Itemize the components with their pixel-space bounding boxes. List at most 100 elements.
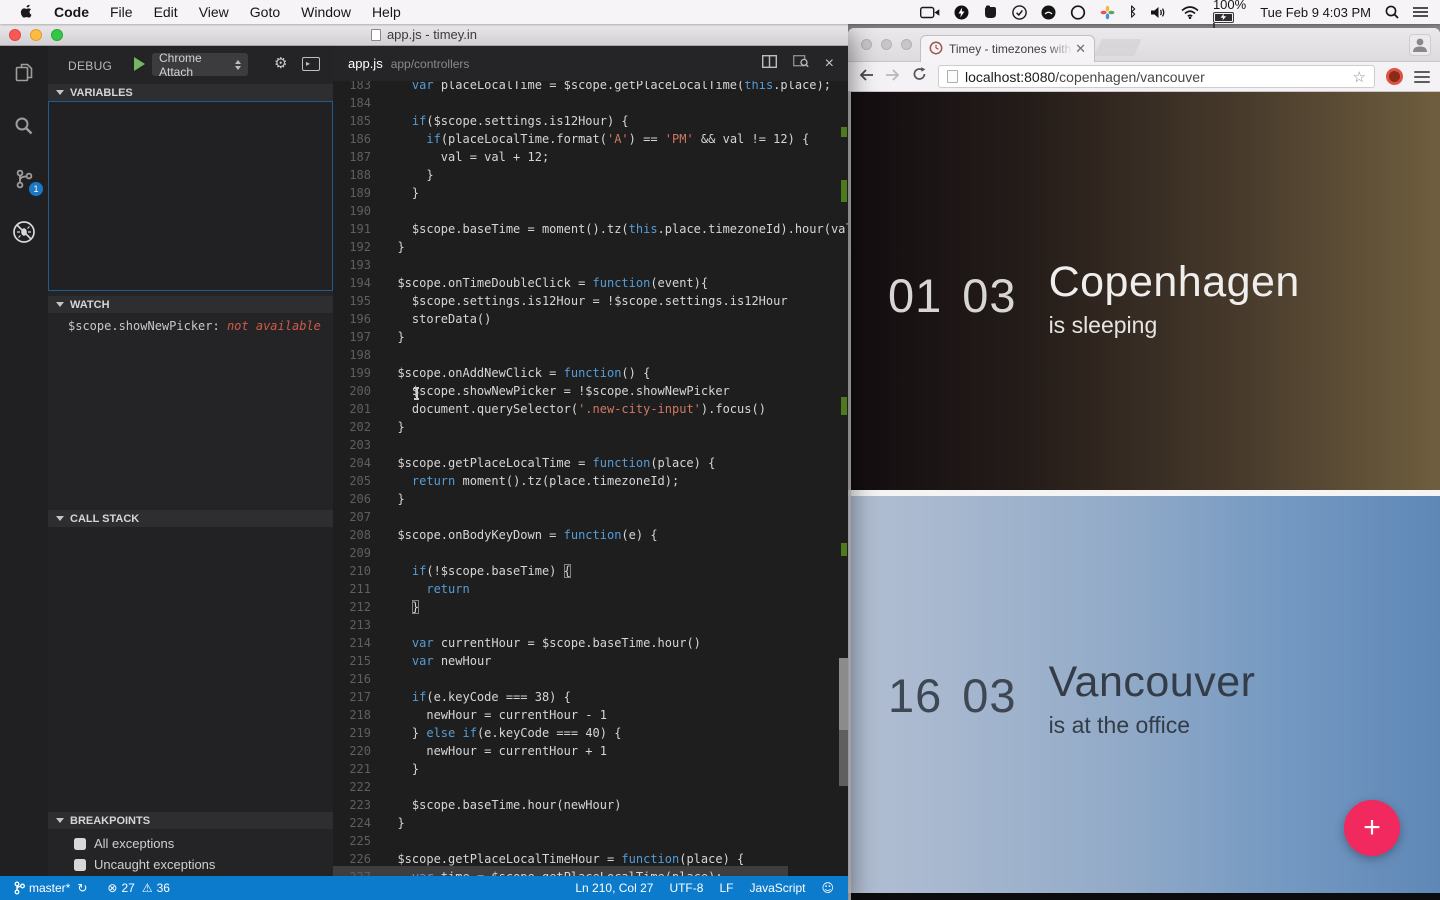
code-line: 190 [333, 202, 848, 220]
breakpoints-section-header[interactable]: BREAKPOINTS [48, 812, 333, 829]
back-button[interactable] [858, 68, 874, 86]
debug-settings-gear-icon[interactable]: ⚙ [274, 54, 287, 72]
menu-item-window[interactable]: Window [301, 4, 351, 20]
new-tab-button[interactable] [1094, 39, 1142, 56]
explorer-icon[interactable] [11, 60, 37, 86]
zoom-window-button[interactable] [51, 29, 63, 41]
variables-panel[interactable] [48, 101, 333, 291]
menu-item-help[interactable]: Help [372, 4, 401, 20]
debug-console-icon[interactable]: ▸ [302, 57, 320, 71]
tab-filename[interactable]: app.js [348, 56, 383, 71]
menu-item-edit[interactable]: Edit [154, 4, 178, 20]
close-window-button[interactable] [9, 29, 21, 41]
debug-icon[interactable] [11, 219, 37, 245]
city-time[interactable]: 01 03 [888, 268, 1017, 323]
debug-start-button[interactable] [134, 57, 145, 71]
collapse-icon [56, 516, 64, 521]
creative-cloud-icon[interactable] [1070, 5, 1086, 20]
code-line: 209 [333, 544, 848, 562]
vertical-scrollbar-thumb[interactable] [839, 730, 848, 786]
watch-section-header[interactable]: WATCH [48, 296, 333, 313]
warning-count[interactable]: ⚠36 [142, 881, 170, 895]
power-menu-icon[interactable] [954, 5, 969, 20]
close-window-button[interactable] [861, 39, 872, 50]
debug-config-select[interactable]: Chrome Attach [152, 53, 248, 76]
error-count[interactable]: ⊗27 [107, 881, 134, 895]
coffee-app-icon[interactable] [1041, 5, 1056, 20]
source-control-icon[interactable]: 1 [11, 166, 37, 192]
vscode-window: app.js - timey.in 1 DEBUG Chrome Attach … [0, 24, 848, 900]
bookmark-star-icon[interactable]: ☆ [1353, 68, 1366, 86]
minimize-window-button[interactable] [30, 29, 42, 41]
address-bar[interactable]: localhost:8080/copenhagen/vancouver ☆ [938, 65, 1375, 88]
city-time[interactable]: 16 03 [888, 668, 1017, 723]
browser-tab[interactable]: Timey - timezones with a h ✕ [920, 35, 1095, 62]
overview-ruler-mark [841, 180, 847, 202]
language-mode[interactable]: JavaScript [749, 881, 805, 895]
chrome-tab-strip[interactable]: Timey - timezones with a h ✕ [848, 28, 1440, 62]
evernote-icon[interactable] [983, 5, 998, 20]
vscode-titlebar[interactable]: app.js - timey.in [0, 24, 848, 46]
callstack-section-header[interactable]: CALL STACK [48, 510, 333, 527]
eol-indicator[interactable]: LF [719, 881, 733, 895]
split-editor-icon[interactable] [762, 55, 777, 73]
spotlight-icon[interactable] [1385, 5, 1399, 19]
code-editor[interactable]: 183 var placeLocalTime = $scope.getPlace… [333, 81, 848, 876]
code-line: 197 } [333, 328, 848, 346]
breakpoint-label: All exceptions [94, 836, 174, 851]
close-tab-icon[interactable]: ✕ [1075, 41, 1086, 57]
preview-icon[interactable] [793, 54, 809, 73]
sync-icon[interactable]: ↻ [77, 881, 87, 895]
screen-record-icon[interactable] [920, 6, 940, 19]
watch-expression[interactable]: $scope.showNewPicker: [68, 319, 220, 333]
menu-item-goto[interactable]: Goto [250, 4, 280, 20]
battery-indicator[interactable]: 100% [1213, 0, 1246, 28]
overview-ruler-mark [841, 127, 847, 137]
timey-page: 01 03 Copenhagen is sleeping 16 03 Vanco… [848, 92, 1440, 900]
tasks-check-icon[interactable] [1012, 5, 1027, 20]
code-line: 189 } [333, 184, 848, 202]
menu-item-code[interactable]: Code [54, 4, 89, 20]
feedback-smiley-icon[interactable]: ☺ [821, 881, 834, 895]
code-line: 201 document.querySelector('.new-city-in… [333, 400, 848, 418]
bluetooth-icon[interactable]: ᛒ [1129, 6, 1137, 19]
search-icon[interactable] [11, 113, 37, 139]
minimize-window-button[interactable] [881, 39, 892, 50]
git-branch-indicator[interactable]: master* [14, 881, 70, 895]
watch-panel[interactable]: $scope.showNewPicker: not available [48, 313, 333, 510]
forward-button[interactable] [885, 68, 901, 86]
chrome-menu-icon[interactable] [1414, 71, 1430, 83]
page-icon[interactable] [947, 70, 958, 83]
menubar-clock[interactable]: Tue Feb 9 4:03 PM [1260, 5, 1371, 20]
menu-item-view[interactable]: View [199, 4, 229, 20]
variables-section-header[interactable]: VARIABLES [48, 84, 333, 101]
photos-icon[interactable] [1100, 5, 1115, 20]
callstack-panel[interactable] [48, 527, 333, 812]
refresh-button[interactable] [912, 67, 927, 86]
breakpoint-row[interactable]: Uncaught exceptions [48, 854, 333, 875]
zoom-window-button[interactable] [901, 39, 912, 50]
city-panel-copenhagen[interactable]: 01 03 Copenhagen is sleeping [848, 92, 1440, 490]
breakpoint-row[interactable]: All exceptions [48, 833, 333, 854]
breakpoint-checkbox[interactable] [74, 859, 86, 871]
extension-icon[interactable] [1386, 68, 1403, 85]
select-arrows-icon [235, 60, 241, 70]
cursor-position[interactable]: Ln 210, Col 27 [575, 881, 653, 895]
breakpoint-checkbox[interactable] [74, 838, 86, 850]
close-tab-icon[interactable]: × [825, 56, 834, 72]
window-edge [848, 92, 851, 900]
wifi-icon[interactable] [1181, 6, 1199, 19]
city-name: Copenhagen [1049, 258, 1300, 307]
encoding-indicator[interactable]: UTF-8 [669, 881, 703, 895]
volume-icon[interactable] [1151, 6, 1167, 19]
apple-menu-icon[interactable] [20, 3, 33, 21]
tab-filepath: app/controllers [391, 57, 470, 71]
code-lines: 183 var placeLocalTime = $scope.getPlace… [333, 81, 848, 876]
code-line: 186 if(placeLocalTime.format('A') == 'PM… [333, 130, 848, 148]
menu-item-file[interactable]: File [110, 4, 133, 20]
profile-avatar-icon[interactable] [1409, 34, 1431, 56]
url-host: localhost:8080 [965, 69, 1055, 85]
vertical-scrollbar-thumb[interactable] [839, 658, 848, 730]
add-city-fab-button[interactable]: + [1344, 800, 1400, 856]
notification-center-icon[interactable] [1413, 6, 1428, 18]
